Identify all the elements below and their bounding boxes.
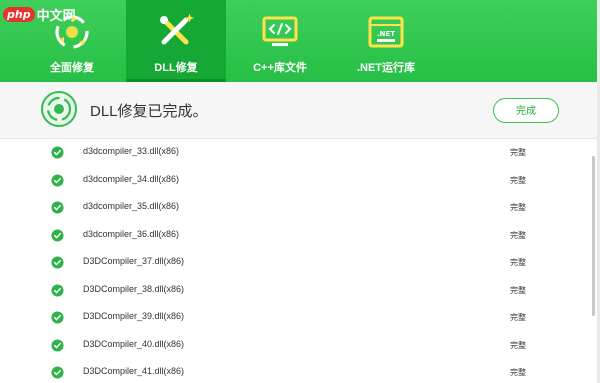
list-item: D3DCompiler_37.dll(x86) 完整 xyxy=(0,249,590,277)
dll-status: 完整 xyxy=(510,368,526,377)
repair-complete-icon xyxy=(41,91,77,127)
check-circle-icon xyxy=(51,256,64,269)
dll-status: 完整 xyxy=(510,313,526,322)
dll-name: d3dcompiler_36.dll(x86) xyxy=(83,228,180,239)
dll-list: d3dcompiler_33.dll(x86) 完整 d3dcompiler_34.… xyxy=(0,139,590,383)
list-item: d3dcompiler_35.dll(x86) 完整 xyxy=(0,194,590,222)
check-circle-icon xyxy=(51,146,64,159)
tab-dll-repair[interactable]: DLL修复 xyxy=(126,0,226,82)
list-item: d3dcompiler_33.dll(x86) 完整 xyxy=(0,139,590,167)
dll-status: 完整 xyxy=(510,203,526,212)
dll-name: D3DCompiler_40.dll(x86) xyxy=(83,338,185,349)
wrench-sparkle-icon xyxy=(160,13,194,45)
dll-status: 完整 xyxy=(510,148,526,157)
dll-status: 完整 xyxy=(510,285,526,295)
list-item: D3DCompiler_41.dll(x86) 完整 xyxy=(0,359,590,383)
svg-text:.NET: .NET xyxy=(377,30,395,38)
recycle-shield-icon xyxy=(55,15,89,49)
list-scrollbar[interactable] xyxy=(592,156,595,316)
tab-label: C++库文件 xyxy=(253,62,307,74)
check-circle-icon xyxy=(51,201,64,214)
tab-label: .NET运行库 xyxy=(356,62,416,74)
status-message: DLL修复已完成。 xyxy=(90,103,208,120)
tab-full-repair[interactable]: 全面修复 xyxy=(20,0,124,82)
tab-cpp-libraries[interactable]: C++库文件 xyxy=(228,0,332,82)
list-item: D3DCompiler_38.dll(x86) 完整 xyxy=(0,277,590,305)
check-circle-icon xyxy=(51,283,64,297)
tab-dotnet-runtime[interactable]: .NET .NET运行库 xyxy=(334,0,438,82)
dll-name: D3DCompiler_37.dll(x86) xyxy=(83,256,185,266)
check-circle-icon xyxy=(51,173,64,187)
check-circle-icon xyxy=(51,228,64,242)
dll-status: 完整 xyxy=(510,258,526,267)
dll-status: 完整 xyxy=(510,340,526,350)
tab-label: DLL修复 xyxy=(154,62,198,74)
done-button[interactable]: 完成 xyxy=(493,98,559,123)
code-monitor-icon xyxy=(262,16,298,46)
check-circle-icon xyxy=(51,366,64,379)
dll-status: 完整 xyxy=(510,175,526,185)
list-item: D3DCompiler_40.dll(x86) 完整 xyxy=(0,332,590,360)
list-item: d3dcompiler_36.dll(x86) 完整 xyxy=(0,222,590,250)
dll-name: D3DCompiler_39.dll(x86) xyxy=(83,311,185,321)
list-item: D3DCompiler_39.dll(x86) 完整 xyxy=(0,304,590,332)
tab-label: 全面修复 xyxy=(50,62,94,74)
dll-name: d3dcompiler_35.dll(x86) xyxy=(83,201,180,211)
dll-name: d3dcompiler_33.dll(x86) xyxy=(83,146,180,156)
top-nav-bar: php 中文网 全面修复 DLL修复 C++库文件 .NET .NET运行库 xyxy=(0,0,600,82)
list-item: d3dcompiler_34.dll(x86) 完整 xyxy=(0,167,590,195)
check-circle-icon xyxy=(51,311,64,324)
dll-name: D3DCompiler_41.dll(x86) xyxy=(83,366,185,376)
check-circle-icon xyxy=(51,338,64,352)
status-bar: DLL修复已完成。 完成 xyxy=(0,82,600,139)
dll-status: 完整 xyxy=(510,230,526,240)
dll-name: D3DCompiler_38.dll(x86) xyxy=(83,283,185,294)
dll-name: d3dcompiler_34.dll(x86) xyxy=(83,173,180,184)
dotnet-box-icon: .NET xyxy=(368,16,404,48)
